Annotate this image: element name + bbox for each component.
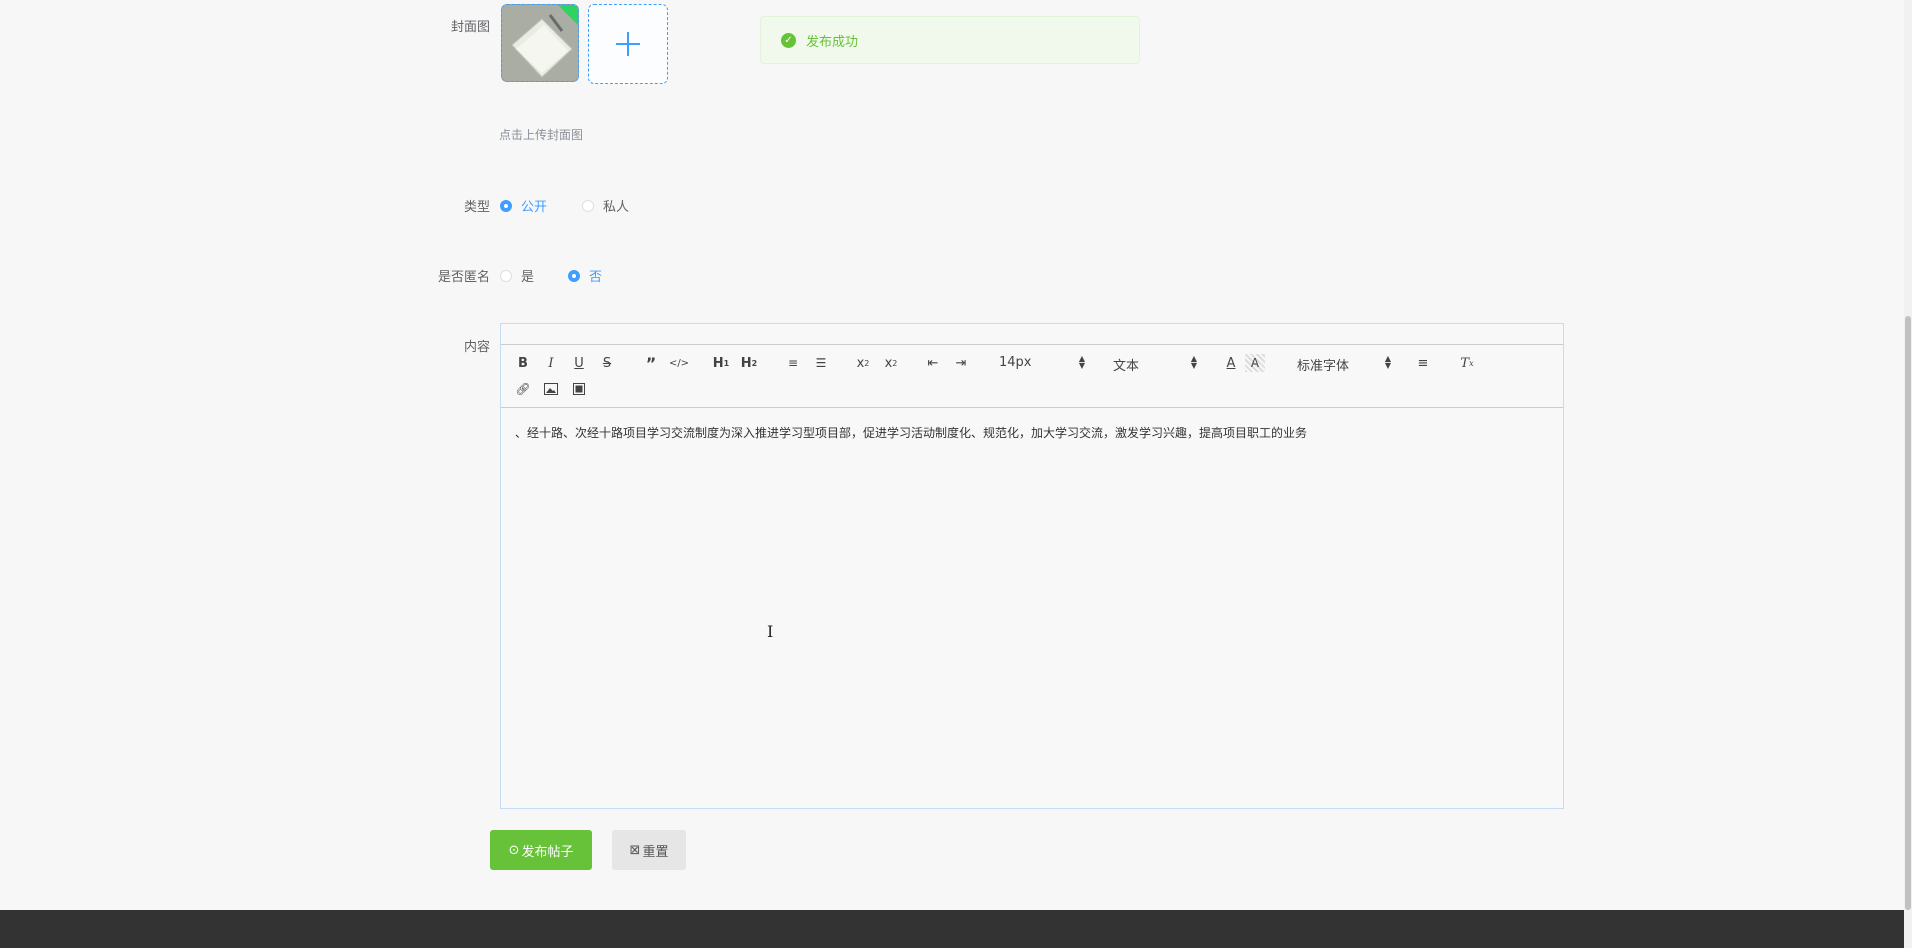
editor-content[interactable]: 、经十路、次经十路项目学习交流制度为深入推进学习型项目部，促进学习活动制度化、规… bbox=[515, 424, 1307, 441]
text-cursor-icon: I bbox=[767, 622, 774, 641]
cover-image-thumbnail[interactable] bbox=[501, 4, 579, 82]
bullet-list-icon[interactable]: ☰ bbox=[811, 354, 831, 372]
video-icon[interactable] bbox=[569, 380, 589, 398]
reset-label: 重置 bbox=[642, 844, 669, 860]
radio-dot bbox=[582, 199, 594, 212]
radio-label: 是 bbox=[521, 270, 535, 285]
header-value: 文本 bbox=[1113, 359, 1140, 374]
outdent-icon[interactable]: ⇤ bbox=[923, 354, 943, 372]
cover-upload-button[interactable] bbox=[588, 4, 668, 84]
publish-button[interactable]: ⊙ 发布帖子 bbox=[490, 830, 592, 870]
ordered-list-icon[interactable]: ≡ bbox=[783, 354, 803, 372]
code-block-icon[interactable]: </> bbox=[669, 354, 689, 372]
font-size-picker[interactable]: 14px ▲ ▼ bbox=[999, 354, 1085, 371]
toast-message: 发布成功 bbox=[806, 34, 859, 50]
close-square-icon: ⊠ bbox=[629, 842, 641, 858]
font-family-picker[interactable]: 标准字体 ▲ ▼ bbox=[1297, 354, 1391, 375]
bold-icon[interactable]: B bbox=[513, 354, 533, 372]
content-label: 内容 bbox=[463, 340, 490, 355]
editor-toolbar: B I U S ” </> H1 H2 ≡ ☰ x2 x2 ⇤ ⇥ 14px ▲… bbox=[501, 344, 1563, 408]
strike-icon[interactable]: S bbox=[597, 354, 617, 372]
video-glyph bbox=[573, 383, 585, 395]
reset-button[interactable]: ⊠ 重置 bbox=[612, 830, 686, 870]
subscript-icon[interactable]: x2 bbox=[853, 354, 873, 372]
page-footer bbox=[0, 910, 1904, 948]
type-radio-public[interactable]: 公开 bbox=[500, 196, 547, 215]
align-icon[interactable]: ≡ bbox=[1413, 354, 1433, 372]
italic-icon[interactable]: I bbox=[541, 354, 561, 372]
radio-label: 否 bbox=[589, 270, 603, 285]
anonymous-label: 是否匿名 bbox=[437, 270, 490, 285]
radio-label: 私人 bbox=[603, 200, 630, 215]
success-toast: ✓ 发布成功 bbox=[760, 16, 1140, 64]
clean-format-icon[interactable]: Tx bbox=[1457, 354, 1477, 372]
image-glyph bbox=[544, 383, 558, 395]
cover-label: 封面图 bbox=[450, 20, 490, 35]
chevron-updown-icon: ▲ ▼ bbox=[1384, 354, 1391, 370]
radio-dot bbox=[568, 269, 580, 282]
background-color-icon[interactable]: A bbox=[1245, 354, 1265, 372]
scrollbar-thumb[interactable] bbox=[1905, 316, 1911, 910]
link-icon[interactable]: 🔗︎ bbox=[513, 380, 533, 398]
image-icon[interactable] bbox=[541, 380, 561, 398]
indent-icon[interactable]: ⇥ bbox=[951, 354, 971, 372]
font-color-icon[interactable]: A bbox=[1221, 354, 1241, 372]
check-circle-icon: ✓ bbox=[781, 32, 796, 48]
chevron-updown-icon: ▲ ▼ bbox=[1078, 354, 1085, 370]
anonymous-radio-no[interactable]: 否 bbox=[568, 266, 602, 285]
plus-icon bbox=[616, 32, 640, 56]
h1-icon[interactable]: H1 bbox=[711, 354, 731, 372]
radio-dot bbox=[500, 269, 512, 282]
publish-label: 发布帖子 bbox=[521, 844, 574, 860]
cover-image bbox=[502, 5, 578, 81]
blockquote-icon[interactable]: ” bbox=[641, 354, 661, 373]
type-radio-private[interactable]: 私人 bbox=[582, 196, 629, 215]
anonymous-radio-yes[interactable]: 是 bbox=[500, 266, 534, 285]
chevron-updown-icon: ▲ ▼ bbox=[1190, 354, 1197, 370]
radio-dot bbox=[500, 199, 512, 212]
type-label: 类型 bbox=[463, 200, 490, 215]
rich-text-editor[interactable]: B I U S ” </> H1 H2 ≡ ☰ x2 x2 ⇤ ⇥ 14px ▲… bbox=[500, 323, 1564, 809]
cover-upload-hint: 点击上传封面图 bbox=[499, 128, 584, 142]
header-picker[interactable]: 文本 ▲ ▼ bbox=[1113, 354, 1197, 375]
font-size-value: 14px bbox=[999, 355, 1032, 370]
check-circle-icon: ⊙ bbox=[508, 842, 520, 858]
h2-icon[interactable]: H2 bbox=[739, 354, 759, 372]
font-family-value: 标准字体 bbox=[1297, 359, 1350, 374]
underline-icon[interactable]: U bbox=[569, 354, 589, 372]
superscript-icon[interactable]: x2 bbox=[881, 354, 901, 372]
radio-label: 公开 bbox=[521, 200, 548, 215]
